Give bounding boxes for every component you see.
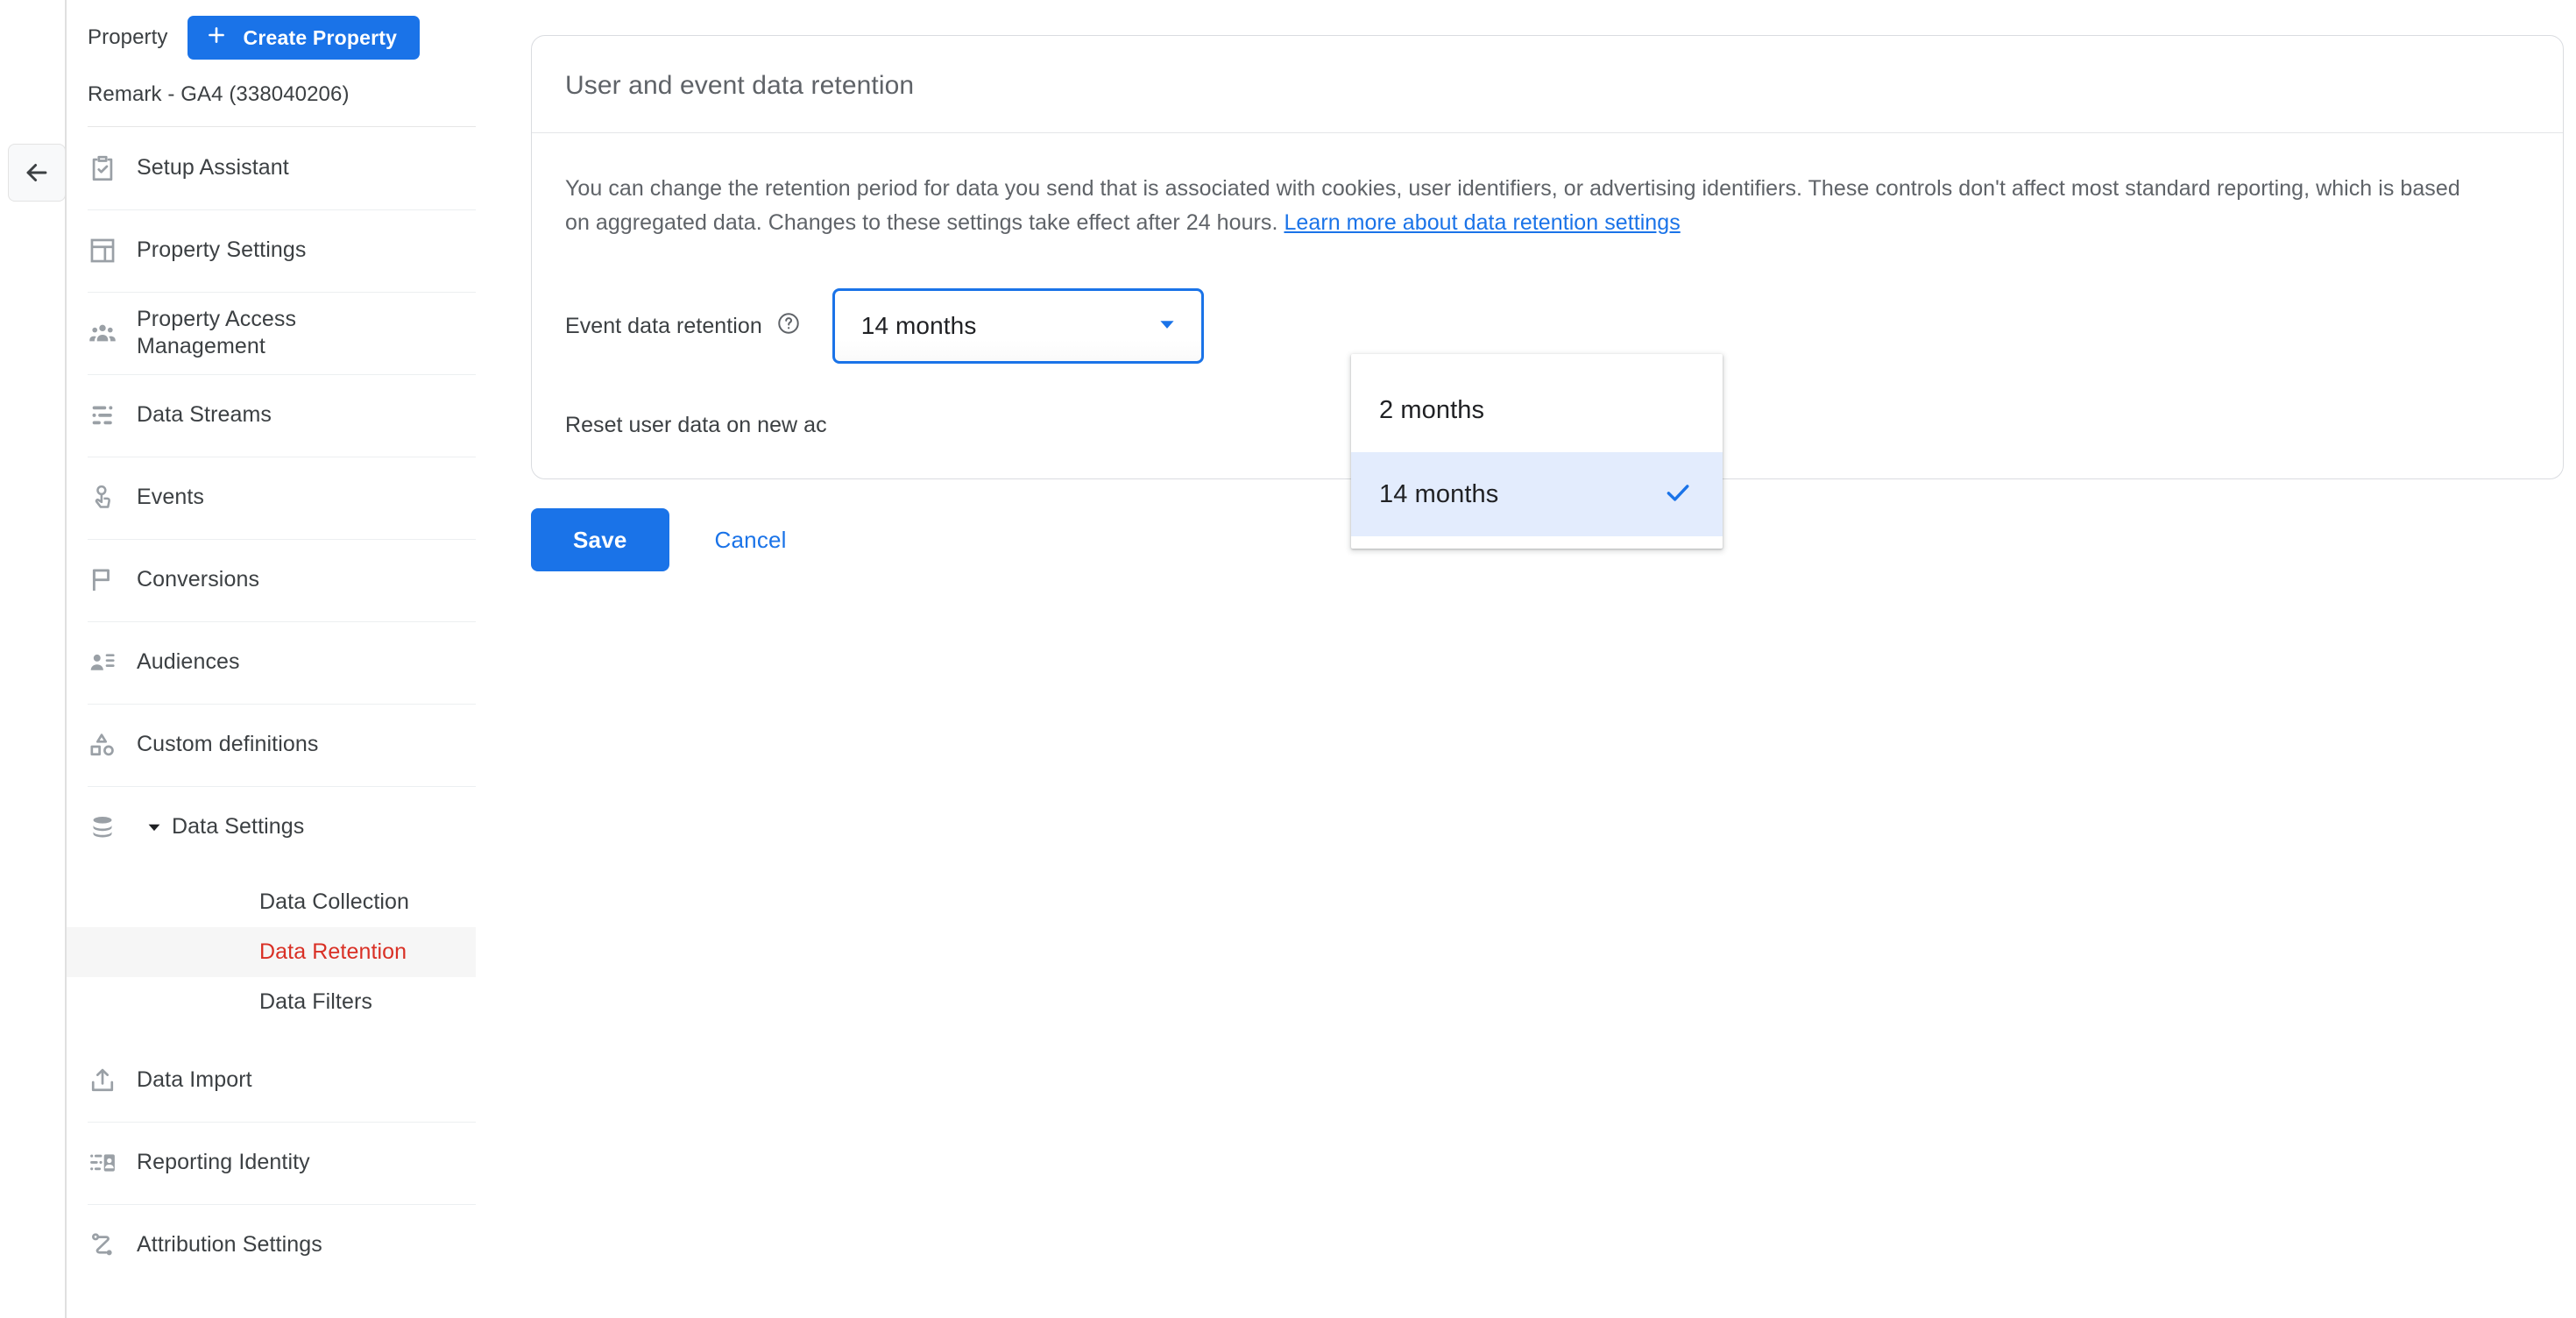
main-content: User and event data retention You can ch… xyxy=(499,0,2576,1318)
event-retention-value: 14 months xyxy=(860,312,977,339)
flag-icon xyxy=(88,565,137,595)
check-icon xyxy=(1663,478,1693,512)
sidebar-subitem-data-retention[interactable]: Data Retention xyxy=(67,927,478,977)
dropdown-option-14-months[interactable]: 14 months xyxy=(1351,452,1723,536)
sidebar-item-data-streams[interactable]: Data Streams xyxy=(67,374,478,457)
sidebar-item-label: Property Settings xyxy=(137,237,307,263)
back-button[interactable] xyxy=(8,144,66,202)
sidebar-item-audiences[interactable]: Audiences xyxy=(67,621,478,704)
sidebar-item-data-settings[interactable]: Data Settings xyxy=(67,786,478,868)
description-text: You can change the retention period for … xyxy=(565,172,2484,239)
clipboard-check-icon xyxy=(88,153,137,183)
sidebar-item-property-access-management[interactable]: Property Access Management xyxy=(67,292,478,374)
sidebar-item-setup-assistant[interactable]: Setup Assistant xyxy=(67,127,478,209)
property-header: Property Create Property xyxy=(67,0,478,60)
event-retention-dropdown-menu[interactable]: 2 months 14 months xyxy=(1351,354,1723,549)
sidebar-item-label: Data Streams xyxy=(137,402,272,428)
people-group-icon xyxy=(88,318,137,348)
layout-panel-icon xyxy=(88,236,137,266)
sidebar-item-events[interactable]: Events xyxy=(67,457,478,539)
dropdown-option-label: 2 months xyxy=(1379,395,1485,424)
sidebar-item-attribution-settings[interactable]: Attribution Settings xyxy=(67,1204,478,1286)
sidebar-item-property-settings[interactable]: Property Settings xyxy=(67,209,478,292)
sidebar-item-label: Reporting Identity xyxy=(137,1150,310,1175)
person-list-icon xyxy=(88,648,137,677)
help-circle-icon[interactable] xyxy=(776,311,801,342)
sidebar-scrollbar-track[interactable] xyxy=(476,0,973,1318)
sidebar-item-label: Attribution Settings xyxy=(137,1232,322,1258)
sidebar-item-label: Custom definitions xyxy=(137,732,319,757)
sidebar-item-label: Events xyxy=(137,485,205,510)
learn-more-link[interactable]: Learn more about data retention settings xyxy=(1284,210,1680,235)
sidebar-item-label: Audiences xyxy=(137,649,240,675)
dropdown-option-label: 14 months xyxy=(1379,479,1499,508)
save-button[interactable]: Save xyxy=(531,508,669,571)
chevron-down-icon xyxy=(1156,313,1178,340)
sidebar-item-conversions[interactable]: Conversions xyxy=(67,539,478,621)
event-retention-row: Event data retention 14 months xyxy=(565,288,2530,364)
sidebar-item-label: Property Access Management xyxy=(137,306,297,358)
upload-icon xyxy=(88,1066,137,1095)
sidebar-item-data-import[interactable]: Data Import xyxy=(67,1039,478,1122)
card-header: User and event data retention xyxy=(532,36,2563,133)
plus-icon xyxy=(205,24,228,52)
data-streams-icon xyxy=(88,400,137,430)
sidebar-item-reporting-identity[interactable]: Reporting Identity xyxy=(67,1122,478,1204)
page-title: User and event data retention xyxy=(565,71,915,100)
event-retention-label-group: Event data retention xyxy=(565,311,801,342)
cancel-button[interactable]: Cancel xyxy=(683,508,818,571)
create-property-button[interactable]: Create Property xyxy=(187,16,421,60)
create-property-label: Create Property xyxy=(243,25,398,49)
app-root: Property Create Property Remark - GA4 (3… xyxy=(0,0,2576,1318)
attribution-icon xyxy=(88,1230,137,1260)
dropdown-option-2-months[interactable]: 2 months xyxy=(1351,368,1723,452)
property-label: Property xyxy=(88,25,168,49)
sidebar-item-label: Setup Assistant xyxy=(137,155,289,181)
event-retention-label: Event data retention xyxy=(565,313,762,338)
sidebar-item-label: Conversions xyxy=(137,567,260,592)
property-name: Remark - GA4 (338040206) xyxy=(88,82,350,106)
sidebar: Property Create Property Remark - GA4 (3… xyxy=(67,0,478,1318)
sidebar-item-label: Data Settings xyxy=(172,814,305,840)
form-actions: Save Cancel xyxy=(531,508,818,571)
reporting-identity-icon xyxy=(88,1148,137,1178)
sidebar-item-label: Data Import xyxy=(137,1067,252,1093)
event-retention-select-wrap: 14 months xyxy=(832,288,1204,364)
sidebar-subitem-data-filters[interactable]: Data Filters xyxy=(67,977,478,1027)
shapes-icon xyxy=(88,730,137,760)
touch-pointer-icon xyxy=(88,483,137,513)
sidebar-item-custom-definitions[interactable]: Custom definitions xyxy=(67,704,478,786)
caret-down-icon[interactable] xyxy=(137,818,172,837)
arrow-left-icon xyxy=(22,158,52,188)
database-icon xyxy=(88,812,137,842)
sidebar-subitem-data-collection[interactable]: Data Collection xyxy=(67,877,478,927)
event-retention-select[interactable]: 14 months xyxy=(832,288,1204,364)
